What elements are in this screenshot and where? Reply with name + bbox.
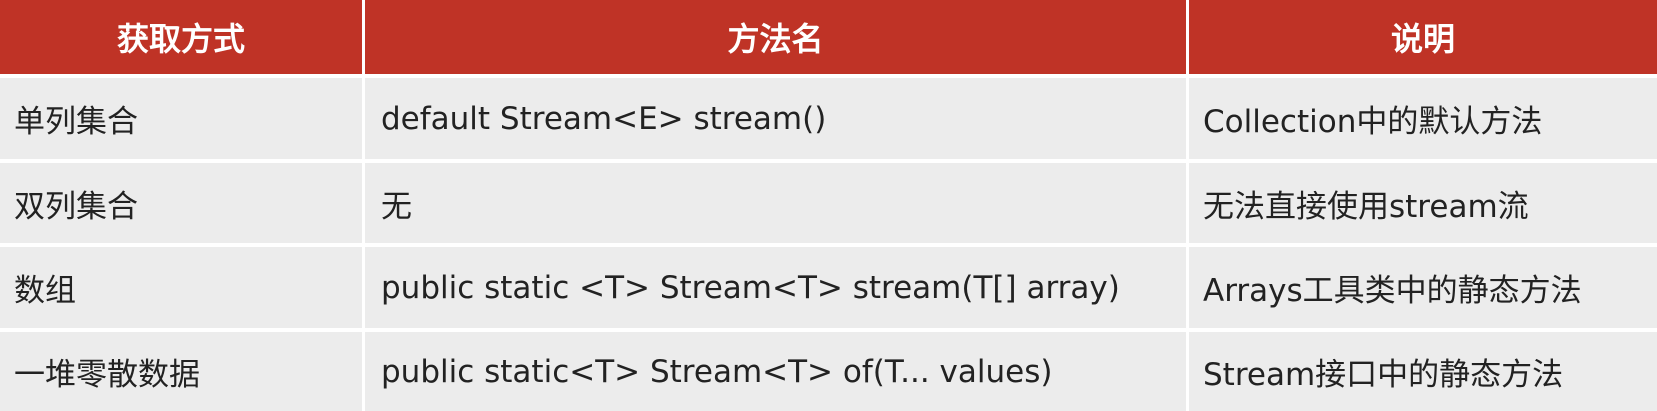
table-cell-source: 单列集合 bbox=[0, 78, 365, 163]
table-cell-source: 一堆零散数据 bbox=[0, 332, 365, 411]
header-method-name: 方法名 bbox=[365, 0, 1189, 78]
header-acquisition-method: 获取方式 bbox=[0, 0, 365, 78]
table-cell-method: default Stream<E> stream() bbox=[365, 78, 1189, 163]
table-cell-description: Stream接口中的静态方法 bbox=[1189, 332, 1657, 411]
table-cell-method: 无 bbox=[365, 163, 1189, 247]
table-cell-description: Collection中的默认方法 bbox=[1189, 78, 1657, 163]
table-cell-description: 无法直接使用stream流 bbox=[1189, 163, 1657, 247]
table-cell-method: public static <T> Stream<T> stream(T[] a… bbox=[365, 247, 1189, 332]
table-cell-method: public static<T> Stream<T> of(T... value… bbox=[365, 332, 1189, 411]
stream-methods-table: 获取方式 方法名 说明 单列集合 default Stream<E> strea… bbox=[0, 0, 1657, 411]
header-description: 说明 bbox=[1189, 0, 1657, 78]
table-cell-source: 双列集合 bbox=[0, 163, 365, 247]
table-cell-description: Arrays工具类中的静态方法 bbox=[1189, 247, 1657, 332]
table-cell-source: 数组 bbox=[0, 247, 365, 332]
